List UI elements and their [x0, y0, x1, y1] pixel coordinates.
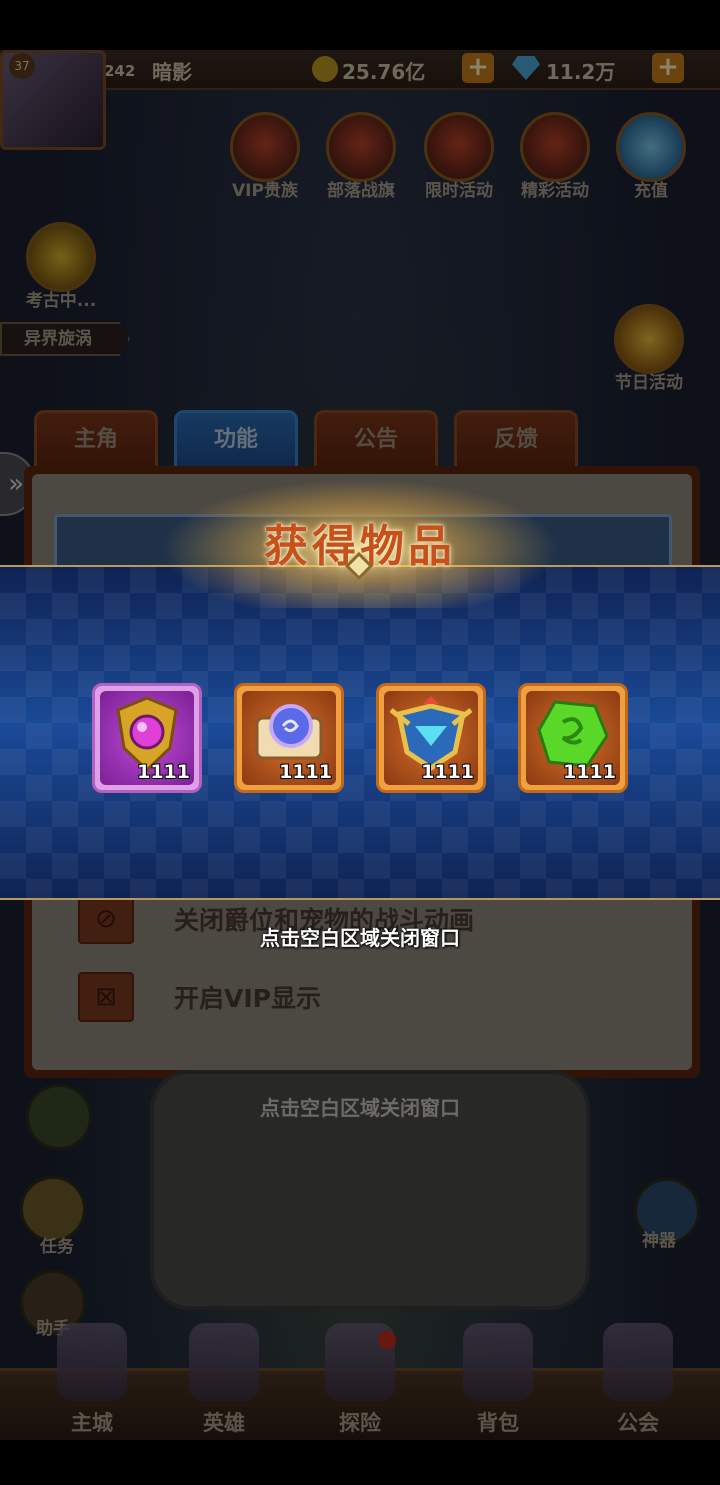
reward-item[interactable]: 1111 [234, 683, 344, 793]
reward-item[interactable]: 1111 [92, 683, 202, 793]
reward-item[interactable]: 1111 [518, 683, 628, 793]
item-count: 1111 [279, 761, 332, 783]
reward-item[interactable]: 1111 [376, 683, 486, 793]
item-count: 1111 [421, 761, 474, 783]
close-window-hint[interactable]: 点击空白区域关闭窗口 [0, 922, 720, 951]
item-count: 1111 [563, 761, 616, 783]
scroll-orb-icon [255, 704, 323, 760]
item-count: 1111 [137, 761, 190, 783]
